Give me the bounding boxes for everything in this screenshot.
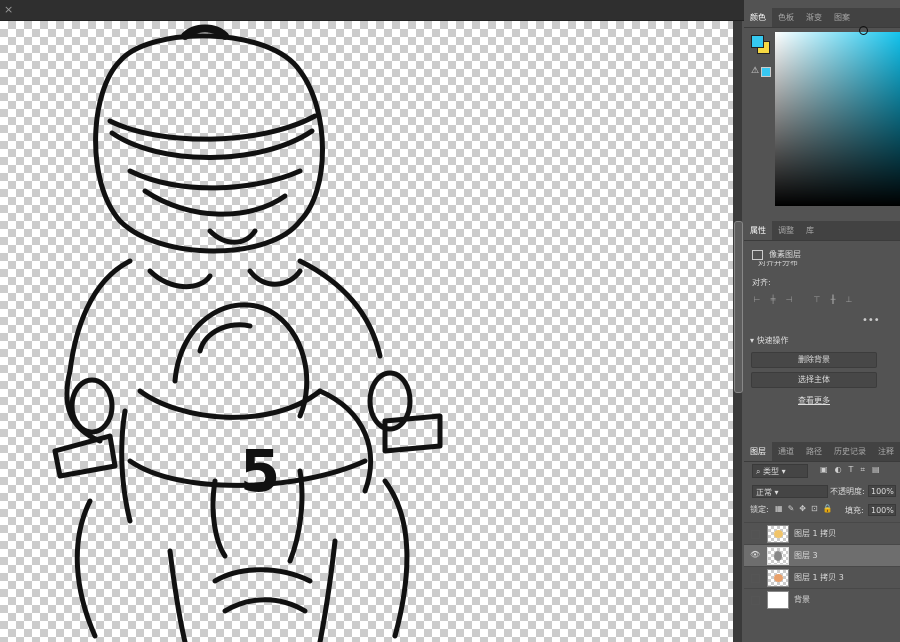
- layers-panel: 图层 通道 路径 历史记录 注释 ⌕ 类型 ▾ ▣ ◐ T ⌗ ▤ 正常 ▾ 不…: [744, 442, 900, 642]
- warning-icon[interactable]: ⚠: [751, 66, 759, 76]
- select-subject-button[interactable]: 选择主体: [751, 372, 877, 388]
- shape-filter-icon[interactable]: ⌗: [860, 465, 865, 475]
- tab-properties[interactable]: 属性: [744, 221, 772, 240]
- lock-all-icon[interactable]: 🔒: [823, 504, 833, 513]
- truncated-heading: 对齐并分布: [758, 261, 798, 267]
- align-center-h-icon[interactable]: ╪: [768, 295, 778, 305]
- tab-patterns[interactable]: 图案: [828, 8, 856, 27]
- blend-row: 正常 ▾ 不透明度: 100%: [750, 485, 900, 499]
- layer-row[interactable]: 背景: [744, 588, 900, 611]
- color-panel: 颜色 色板 渐变 图案 ⚠: [744, 8, 900, 216]
- opacity-input[interactable]: 100%: [868, 485, 896, 497]
- layer-thumbnail: [767, 547, 789, 565]
- layer-thumbnail: [767, 591, 789, 609]
- kind-filter-select[interactable]: ⌕ 类型 ▾: [752, 464, 808, 478]
- layer-type-row: 像素图层: [752, 249, 801, 260]
- gamut-swatch[interactable]: [761, 67, 771, 77]
- filter-icons: ▣ ◐ T ⌗ ▤: [820, 465, 880, 475]
- layer-filter-row: ⌕ 类型 ▾ ▣ ◐ T ⌗ ▤: [750, 464, 900, 480]
- fill-input[interactable]: 100%: [868, 504, 896, 516]
- quick-actions-label: 快速操作: [756, 336, 789, 345]
- tab-history[interactable]: 历史记录: [828, 442, 872, 461]
- visibility-toggle[interactable]: [751, 574, 760, 583]
- layer-name: 背景: [794, 595, 810, 604]
- lock-transparent-icon[interactable]: ▦: [775, 504, 783, 513]
- remove-background-button[interactable]: 删除背景: [751, 352, 877, 368]
- layer-thumbnail: [767, 525, 789, 543]
- view-more-link[interactable]: 查看更多: [744, 395, 884, 406]
- align-bottom-icon[interactable]: ⊥: [844, 295, 854, 305]
- tab-color[interactable]: 颜色: [744, 8, 772, 27]
- line-art-drawing: 5: [52, 24, 443, 642]
- tab-layers[interactable]: 图层: [744, 442, 772, 461]
- lock-row: 锁定: ▦ ✎ ✥ ⊡ 🔒 填充: 100%: [750, 504, 900, 518]
- color-picker-field[interactable]: [775, 26, 900, 206]
- align-top-icon[interactable]: ⊤: [812, 295, 822, 305]
- lock-artboard-icon[interactable]: ⊡: [811, 504, 818, 513]
- layer-row[interactable]: 图层 1 拷贝 3: [744, 566, 900, 589]
- adjustment-filter-icon[interactable]: ◐: [835, 465, 842, 475]
- layer-type-label: 像素图层: [769, 250, 801, 259]
- lock-image-icon[interactable]: ✎: [788, 504, 795, 513]
- blend-mode-value: 正常: [756, 488, 772, 497]
- tab-channels[interactable]: 通道: [772, 442, 800, 461]
- layer-name: 图层 1 拷贝: [794, 529, 837, 538]
- kind-filter-label: 类型: [763, 467, 780, 476]
- vertical-scrollbar[interactable]: [733, 21, 743, 642]
- layers-panel-tabs: 图层 通道 路径 历史记录 注释: [744, 442, 900, 462]
- tab-gradients[interactable]: 渐变: [800, 8, 828, 27]
- tab-swatches[interactable]: 色板: [772, 8, 800, 27]
- foreground-color-swatch[interactable]: [751, 35, 764, 48]
- tab-libraries[interactable]: 库: [800, 221, 820, 240]
- fill-label: 填充:: [845, 506, 864, 515]
- align-left-icon[interactable]: ⊢: [752, 295, 762, 305]
- image-filter-icon[interactable]: ▣: [820, 465, 828, 475]
- smart-object-filter-icon[interactable]: ▤: [872, 465, 880, 475]
- layer-row[interactable]: 图层 1 拷贝: [744, 522, 900, 545]
- tab-notes[interactable]: 注释: [872, 442, 900, 461]
- bike-number: 5: [240, 437, 280, 505]
- quick-actions-title[interactable]: ▾ 快速操作: [750, 335, 789, 346]
- lock-icons: ▦ ✎ ✥ ⊡ 🔒: [775, 504, 833, 513]
- properties-panel: 属性 调整 库 像素图层 对齐并分布 对齐: ⊢ ╪ ⊣ ⊤ ╫ ⊥ ••• ▾…: [744, 221, 900, 439]
- visibility-toggle[interactable]: [751, 596, 760, 605]
- layer-name: 图层 3: [794, 551, 818, 560]
- properties-panel-tabs: 属性 调整 库: [744, 221, 900, 241]
- layer-row-selected[interactable]: 👁 图层 3: [744, 544, 900, 567]
- align-center-v-icon[interactable]: ╫: [828, 295, 838, 305]
- align-label: 对齐:: [752, 278, 771, 287]
- close-icon[interactable]: ×: [4, 3, 13, 16]
- layer-name: 图层 1 拷贝 3: [794, 573, 844, 582]
- tab-adjustments[interactable]: 调整: [772, 221, 800, 240]
- scroll-thumb[interactable]: [734, 221, 743, 393]
- layer-thumbnail: [767, 569, 789, 587]
- align-right-icon[interactable]: ⊣: [784, 295, 794, 305]
- visibility-toggle[interactable]: [751, 530, 760, 539]
- lock-position-icon[interactable]: ✥: [799, 504, 806, 513]
- pixel-layer-icon: [752, 249, 763, 260]
- eye-icon[interactable]: 👁: [750, 550, 760, 560]
- lock-label: 锁定:: [750, 505, 769, 514]
- picker-cursor[interactable]: [859, 26, 868, 35]
- more-options-icon[interactable]: •••: [862, 315, 880, 326]
- tab-paths[interactable]: 路径: [800, 442, 828, 461]
- opacity-label: 不透明度:: [830, 487, 865, 496]
- align-icons: ⊢ ╪ ⊣ ⊤ ╫ ⊥: [752, 295, 854, 305]
- canvas[interactable]: 5: [0, 21, 733, 642]
- color-panel-tabs: 颜色 色板 渐变 图案: [744, 8, 900, 28]
- blend-mode-select[interactable]: 正常 ▾: [752, 485, 828, 498]
- document-tab-bar: ×: [0, 0, 744, 21]
- type-filter-icon[interactable]: T: [849, 465, 854, 475]
